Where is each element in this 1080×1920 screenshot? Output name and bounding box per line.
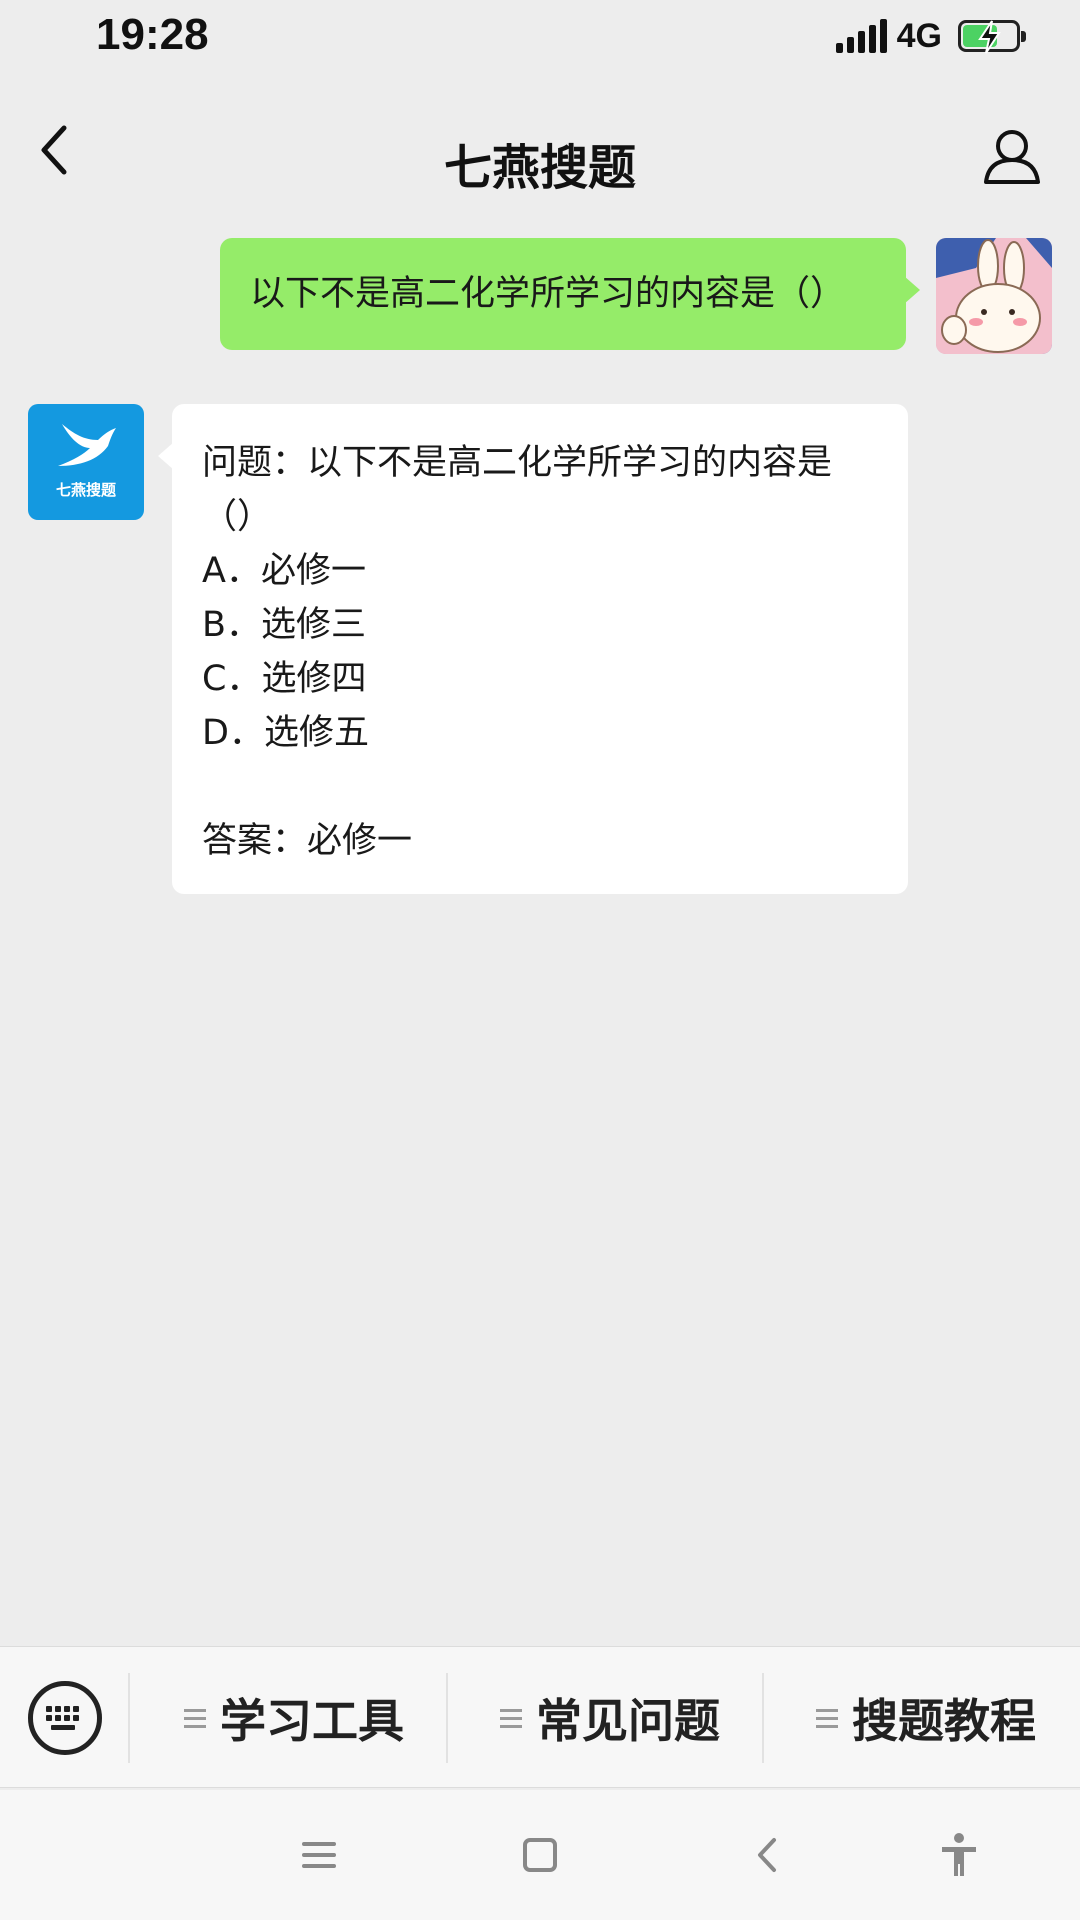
bot-avatar[interactable]: 七燕搜题 <box>28 404 144 520</box>
option-b: B．选修三 <box>202 605 367 645</box>
question-line: 问题：以下不是高二化学所学习的内容是 <box>202 443 833 483</box>
profile-button[interactable] <box>980 124 1044 188</box>
user-avatar[interactable] <box>936 238 1052 354</box>
system-nav-bar <box>0 1790 1080 1920</box>
swallow-logo-icon <box>58 424 116 466</box>
menu-item-label: 常见问题 <box>536 1694 720 1748</box>
battery-icon <box>958 20 1026 54</box>
home-button[interactable] <box>515 1830 565 1880</box>
signal-icon <box>835 19 887 53</box>
bot-avatar-label: 七燕搜题 <box>55 481 116 499</box>
status-icons: 4G <box>835 16 1026 56</box>
menu-item-label: 学习工具 <box>220 1694 404 1748</box>
menu-item-study-tools[interactable]: 学习工具 <box>184 1647 404 1789</box>
person-icon <box>984 130 1040 184</box>
user-message-bubble[interactable]: 以下不是高二化学所学习的内容是（） <box>220 238 920 350</box>
charging-icon <box>978 20 1001 54</box>
option-c: C．选修四 <box>202 659 367 699</box>
status-time: 19:28 <box>96 10 209 59</box>
page-title: 七燕搜题 <box>443 140 636 196</box>
recent-apps-button[interactable] <box>294 1830 344 1880</box>
status-bar: 19:28 4G <box>0 0 1080 72</box>
menu-lines-icon <box>816 1708 838 1728</box>
keyboard-icon <box>46 1706 79 1730</box>
bunny-avatar-icon <box>936 238 1052 354</box>
question-line: （） <box>202 497 273 537</box>
menu-divider <box>128 1673 130 1763</box>
accessibility-icon <box>942 1833 976 1876</box>
bot-message-bubble[interactable]: 问题：以下不是高二化学所学习的内容是 （） A．必修一 B．选修三 C．选修四 … <box>158 404 908 894</box>
home-icon <box>523 1838 557 1872</box>
answer-line: 答案：必修一 <box>202 821 413 861</box>
menu-item-faq[interactable]: 常见问题 <box>500 1647 720 1789</box>
nav-bar: 七燕搜题 <box>0 72 1080 212</box>
menu-lines-icon <box>184 1708 206 1728</box>
system-back-button[interactable] <box>742 1830 792 1880</box>
keyboard-toggle-button[interactable] <box>28 1681 102 1755</box>
menu-lines-icon <box>500 1708 522 1728</box>
network-label: 4G <box>896 16 942 55</box>
menu-icon <box>302 1842 336 1868</box>
menu-divider <box>762 1673 764 1763</box>
option-d: D．选修五 <box>202 713 369 753</box>
menu-item-label: 搜题教程 <box>852 1694 1036 1748</box>
accessibility-button[interactable] <box>934 1830 984 1880</box>
back-icon <box>758 1838 776 1872</box>
option-a: A．必修一 <box>202 551 366 591</box>
menu-item-tutorial[interactable]: 搜题教程 <box>816 1647 1036 1789</box>
menu-divider <box>446 1673 448 1763</box>
bottom-menu-bar: 学习工具 常见问题 搜题教程 <box>0 1646 1080 1788</box>
